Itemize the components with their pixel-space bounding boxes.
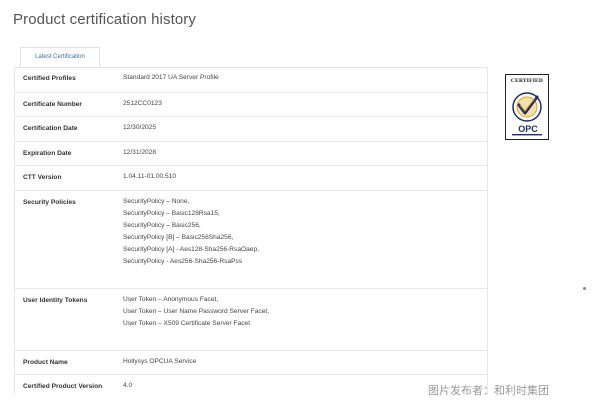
- badge-certified-text: CERTIFIED: [510, 78, 544, 84]
- detail-row: Security Policies SecurityPolicy – None, S…: [15, 189, 487, 289]
- detail-row: User Identity Tokens User Token – Anonymo…: [15, 287, 487, 351]
- detail-value: 4.0: [123, 380, 132, 392]
- opc-certified-logo-icon: OPC: [512, 92, 542, 136]
- detail-row: Product Name Hollysys OPCUA Service: [15, 349, 487, 376]
- certification-details-table: Certified Profiles Standard 2017 UA Serve…: [14, 67, 488, 395]
- publisher-watermark: 图片发布者：和利时集团: [428, 385, 549, 397]
- detail-value-line: SecurityPolicy [A] - Aes128-Sha256-RsaOa…: [123, 245, 259, 253]
- detail-row: Expiration Date 12/31/2028: [15, 140, 487, 167]
- tab-latest-certification[interactable]: Latest Certification: [20, 47, 100, 67]
- detail-row: CTT Version 1.04.11-01.00.510: [15, 165, 487, 191]
- tab-bar: Latest Certification: [14, 45, 488, 68]
- detail-label: Security Policies: [23, 198, 76, 206]
- detail-value-line: SecurityPolicy – Basic256,: [123, 221, 201, 229]
- detail-row: Certified Profiles Standard 2017 UA Serve…: [15, 67, 487, 92]
- detail-label: Certificate Number: [23, 100, 82, 108]
- detail-value-line: Hollysys OPCUA Service: [123, 357, 197, 365]
- detail-value: User Token – Anonymous Facet, User Token …: [123, 294, 269, 330]
- opc-certified-badge: CERTIFIED OPC: [505, 74, 549, 140]
- certification-page: Product certification history Latest Cer…: [0, 0, 600, 406]
- detail-value: 12/30/2025: [123, 122, 156, 134]
- detail-value: Hollysys OPCUA Service: [123, 356, 196, 368]
- detail-value-line: Standard 2017 UA Server Profile: [123, 74, 219, 81]
- detail-value: Standard 2017 UA Server Profile: [123, 72, 219, 84]
- detail-value-line: User Token – User Name Password Server F…: [123, 307, 270, 315]
- detail-value-line: SecurityPolicy - Aes256-Sha256-RsaPss: [123, 257, 243, 265]
- detail-label: Product Name: [23, 358, 68, 366]
- detail-label: Certified Profiles: [23, 75, 76, 82]
- scroll-indicator[interactable]: [583, 287, 586, 290]
- detail-label: User Identity Tokens: [23, 296, 88, 304]
- detail-row: Certificate Number 2512CC0123: [15, 91, 487, 118]
- detail-value-line: 1.04.11-01.00.510: [123, 173, 177, 180]
- detail-label: Certification Date: [23, 125, 78, 132]
- page-title: Product certification history: [13, 11, 196, 28]
- detail-value-line: SecurityPolicy – None,: [123, 197, 190, 205]
- detail-value-line: 12/31/2028: [123, 148, 157, 156]
- detail-value-line: User Token – Anonymous Facet,: [123, 295, 219, 303]
- detail-value-line: SecurityPolicy – Basic128Rsa15,: [123, 209, 220, 217]
- detail-value: 12/31/2028: [123, 147, 156, 159]
- detail-value: 1.04.11-01.00.510: [123, 171, 176, 183]
- detail-value-line: 12/30/2025: [123, 124, 157, 131]
- detail-label: CTT Version: [23, 174, 62, 181]
- detail-value-line: 2512CC0123: [123, 99, 162, 107]
- detail-row: Certification Date 12/30/2025: [15, 116, 487, 142]
- detail-value-line: 4.0: [123, 382, 133, 389]
- detail-value-line: User Token – X509 Certificate Server Fac…: [123, 319, 251, 327]
- badge-logo-text: OPC: [518, 124, 538, 134]
- detail-value-line: SecurityPolicy [B] – Basic256Sha256,: [123, 233, 234, 241]
- detail-label: Certified Product Version: [23, 383, 103, 390]
- detail-value: 2512CC0123: [123, 98, 162, 110]
- detail-row: Certified Product Version 4.0: [15, 374, 487, 395]
- detail-label: Expiration Date: [23, 149, 72, 157]
- detail-value: SecurityPolicy – None, SecurityPolicy – B…: [123, 196, 259, 268]
